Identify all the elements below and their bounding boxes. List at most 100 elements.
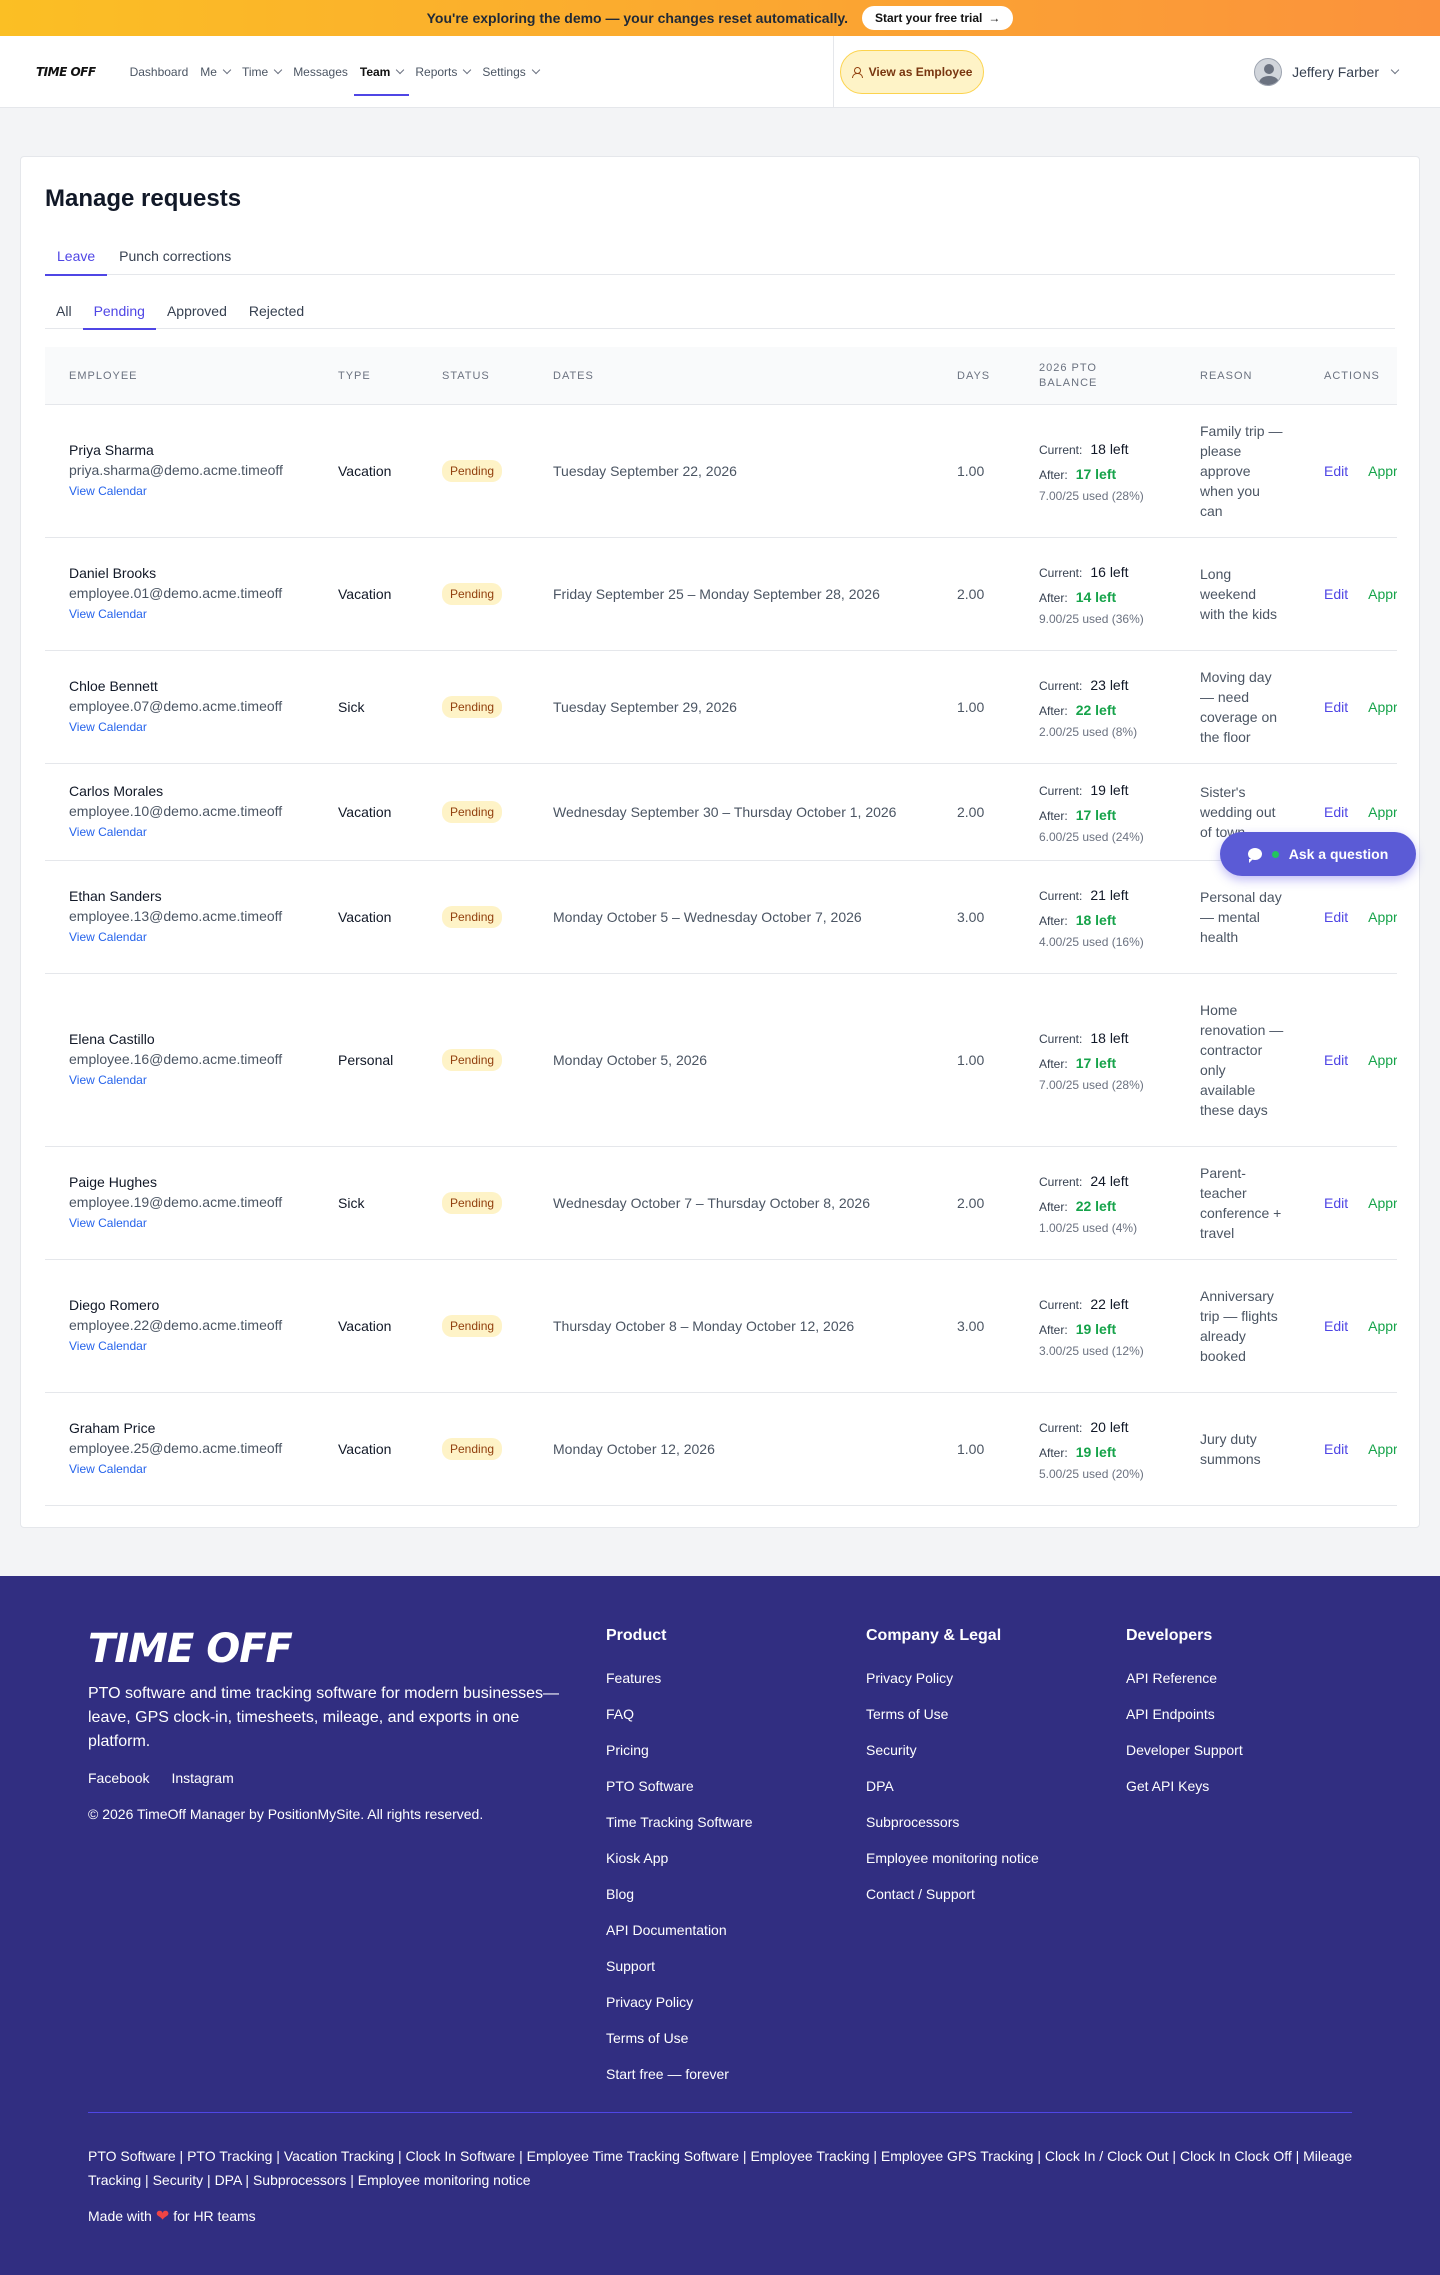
footer-link[interactable]: API Endpoints [1126, 1696, 1243, 1732]
nav-item-label: Settings [482, 64, 526, 79]
nav-item-team[interactable]: Team [353, 36, 410, 108]
footer-link[interactable]: FAQ [606, 1696, 753, 1732]
leave-type: Vacation [338, 1318, 392, 1334]
footer-link[interactable]: Contact / Support [866, 1876, 1039, 1912]
edit-button[interactable]: Edit [1324, 1052, 1348, 1068]
actions-cell: Edit Approve [1324, 538, 1397, 650]
status-badge: Pending [442, 1192, 503, 1214]
approve-button[interactable]: Approve [1368, 909, 1397, 925]
footer-link[interactable]: Subprocessors [866, 1804, 1039, 1840]
view-calendar-link[interactable]: View Calendar [69, 1212, 147, 1234]
filter-rejected[interactable]: Rejected [238, 293, 315, 329]
filter-pending[interactable]: Pending [82, 293, 157, 330]
made-with-pre: Made with [88, 2208, 152, 2224]
footer-link[interactable]: API Reference [1126, 1660, 1243, 1696]
nav-item-reports[interactable]: Reports [409, 36, 476, 108]
approve-button[interactable]: Approve [1368, 463, 1397, 479]
footer-link[interactable]: Kiosk App [606, 1840, 753, 1876]
employee-email: employee.13@demo.acme.timeoff [69, 908, 283, 924]
tab-punch-corrections[interactable]: Punch corrections [107, 237, 243, 275]
ask-question-button[interactable]: Ask a question [1220, 832, 1416, 876]
approve-button[interactable]: Approve [1368, 1052, 1397, 1068]
current-label: Current: [1039, 1175, 1083, 1189]
footer-link[interactable]: Privacy Policy [606, 1984, 753, 2020]
footer-link[interactable]: Security [866, 1732, 1039, 1768]
footer-link[interactable]: Get API Keys [1126, 1768, 1243, 1804]
view-calendar-link[interactable]: View Calendar [69, 603, 147, 625]
view-calendar-link[interactable]: View Calendar [69, 1335, 147, 1357]
current-value: 18 left [1090, 441, 1129, 457]
edit-button[interactable]: Edit [1324, 586, 1348, 602]
footer-logo[interactable]: TIME OFF [88, 1626, 293, 1672]
footer-link[interactable]: Time Tracking Software [606, 1804, 753, 1840]
view-calendar-link[interactable]: View Calendar [69, 821, 147, 843]
footer-link[interactable]: PTO Software [606, 1768, 753, 1804]
edit-button[interactable]: Edit [1324, 1195, 1348, 1211]
request-days: 2.00 [957, 586, 985, 602]
chevron-down-icon [531, 65, 540, 74]
table-row: Priya Sharma priya.sharma@demo.acme.timeo… [45, 405, 1397, 538]
footer-link[interactable]: DPA [866, 1768, 1039, 1804]
footer-link[interactable]: Employee monitoring notice [866, 1840, 1039, 1876]
table-row: Carlos Morales employee.10@demo.acme.time… [45, 764, 1397, 861]
approve-button[interactable]: Approve [1368, 1195, 1397, 1211]
chevron-down-icon [222, 65, 232, 74]
footer-link[interactable]: Developer Support [1126, 1732, 1243, 1768]
col-header-days: DAYS [957, 369, 991, 382]
table-row: Graham Price employee.25@demo.acme.timeof… [45, 1393, 1397, 1506]
nav-item-settings[interactable]: Settings [476, 36, 544, 108]
footer-link[interactable]: Start free — forever [606, 2056, 753, 2092]
approve-button[interactable]: Approve [1368, 699, 1397, 715]
chat-icon [1247, 848, 1262, 863]
view-calendar-link[interactable]: View Calendar [69, 716, 147, 738]
employee-name: Diego Romero [69, 1297, 160, 1313]
view-calendar-link[interactable]: View Calendar [69, 1458, 147, 1480]
footer-link[interactable]: Blog [606, 1876, 753, 1912]
view-as-employee-button[interactable]: View as Employee [840, 50, 984, 94]
footer-link[interactable]: Support [606, 1948, 753, 1984]
edit-button[interactable]: Edit [1324, 909, 1348, 925]
view-calendar-link[interactable]: View Calendar [69, 1069, 147, 1091]
nav-item-messages[interactable]: Messages [287, 36, 354, 108]
current-label: Current: [1039, 889, 1083, 903]
after-label: After: [1039, 704, 1068, 718]
request-type-tabs: Leave Punch corrections [45, 237, 1395, 276]
footer-link[interactable]: Terms of Use [606, 2020, 753, 2056]
current-label: Current: [1039, 566, 1083, 580]
approve-button[interactable]: Approve [1368, 1441, 1397, 1457]
app-logo[interactable]: TIME OFF [36, 65, 96, 79]
edit-button[interactable]: Edit [1324, 699, 1348, 715]
instagram-link[interactable]: Instagram [171, 1770, 233, 1786]
edit-button[interactable]: Edit [1324, 1441, 1348, 1457]
facebook-link[interactable]: Facebook [88, 1770, 149, 1786]
balance-after: After: 17 left [1039, 803, 1116, 828]
footer-link[interactable]: Terms of Use [866, 1696, 1039, 1732]
ask-question-label: Ask a question [1288, 846, 1389, 862]
approve-button[interactable]: Approve [1368, 804, 1397, 820]
nav-item-dashboard[interactable]: Dashboard [124, 36, 195, 108]
filter-approved[interactable]: Approved [156, 293, 238, 329]
view-calendar-link[interactable]: View Calendar [69, 926, 147, 948]
edit-button[interactable]: Edit [1324, 804, 1348, 820]
user-menu[interactable]: Jeffery Farber [1254, 58, 1400, 86]
table-row: Diego Romero employee.22@demo.acme.timeof… [45, 1260, 1397, 1393]
tab-leave[interactable]: Leave [45, 237, 108, 276]
footer-link[interactable]: API Documentation [606, 1912, 753, 1948]
view-as-employee-label: View as Employee [868, 65, 973, 79]
footer-link[interactable]: Pricing [606, 1732, 753, 1768]
filter-all[interactable]: All [45, 293, 83, 329]
footer-link[interactable]: Privacy Policy [866, 1660, 1039, 1696]
edit-button[interactable]: Edit [1324, 1318, 1348, 1334]
nav-item-time[interactable]: Time [236, 36, 287, 108]
approve-button[interactable]: Approve [1368, 1318, 1397, 1334]
edit-button[interactable]: Edit [1324, 463, 1348, 479]
footer-link[interactable]: Features [606, 1660, 753, 1696]
view-calendar-link[interactable]: View Calendar [69, 480, 147, 502]
nav-item-me[interactable]: Me [194, 36, 236, 108]
start-trial-button[interactable]: Start your free trial → [862, 6, 1014, 30]
footer-seo-links[interactable]: PTO Software | PTO Tracking | Vacation T… [88, 2144, 1358, 2192]
col-header-balance: 2026 PTO BALANCE [1039, 347, 1097, 405]
request-dates: Monday October 12, 2026 [553, 1441, 715, 1457]
approve-button[interactable]: Approve [1368, 586, 1397, 602]
status-badge: Pending [442, 906, 503, 928]
